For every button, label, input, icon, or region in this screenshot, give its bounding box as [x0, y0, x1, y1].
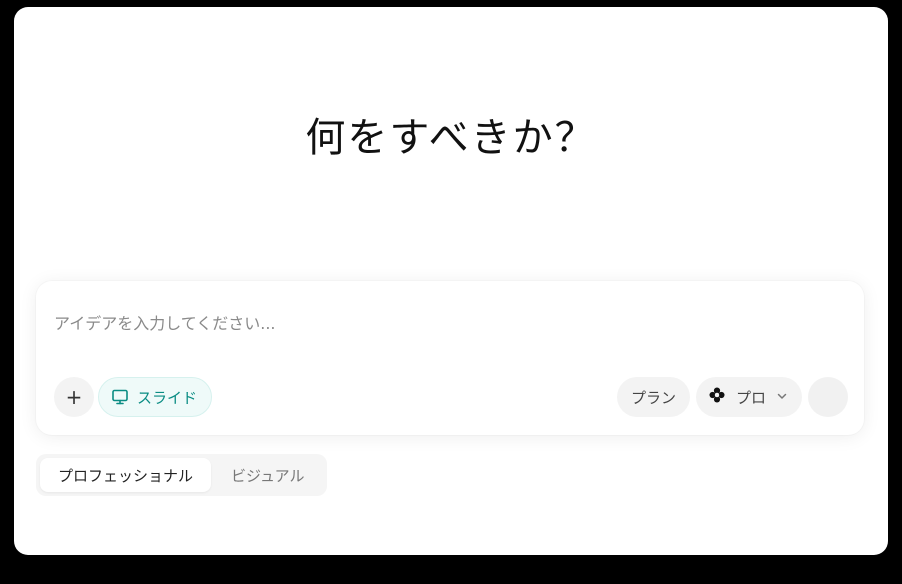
- slide-chip-label: スライド: [137, 388, 198, 407]
- model-label: プロ: [735, 388, 766, 407]
- add-attachment-button[interactable]: +: [54, 377, 94, 417]
- send-button[interactable]: [808, 377, 848, 417]
- flower-icon: [708, 386, 726, 408]
- composer-actions: プラン プロ: [616, 377, 848, 417]
- plan-button[interactable]: プラン: [616, 377, 690, 417]
- prompt-composer: + スライド プラン: [36, 281, 864, 435]
- page-title: 何をすべきか？: [305, 115, 597, 161]
- app-window: 何をすべきか？ + スライド プラン: [14, 7, 888, 555]
- presentation-icon: [111, 388, 129, 406]
- model-select[interactable]: プロ: [695, 377, 802, 417]
- tab-visual[interactable]: ビジュアル: [213, 458, 323, 492]
- mode-tabs: プロフェッショナル ビジュアル: [36, 454, 327, 496]
- slide-mode-chip[interactable]: スライド: [98, 377, 213, 417]
- tab-professional[interactable]: プロフェッショナル: [40, 458, 212, 492]
- chevron-down-icon: [776, 390, 788, 405]
- prompt-input[interactable]: [54, 303, 844, 343]
- plan-label: プラン: [630, 388, 676, 407]
- plus-icon: +: [65, 385, 83, 409]
